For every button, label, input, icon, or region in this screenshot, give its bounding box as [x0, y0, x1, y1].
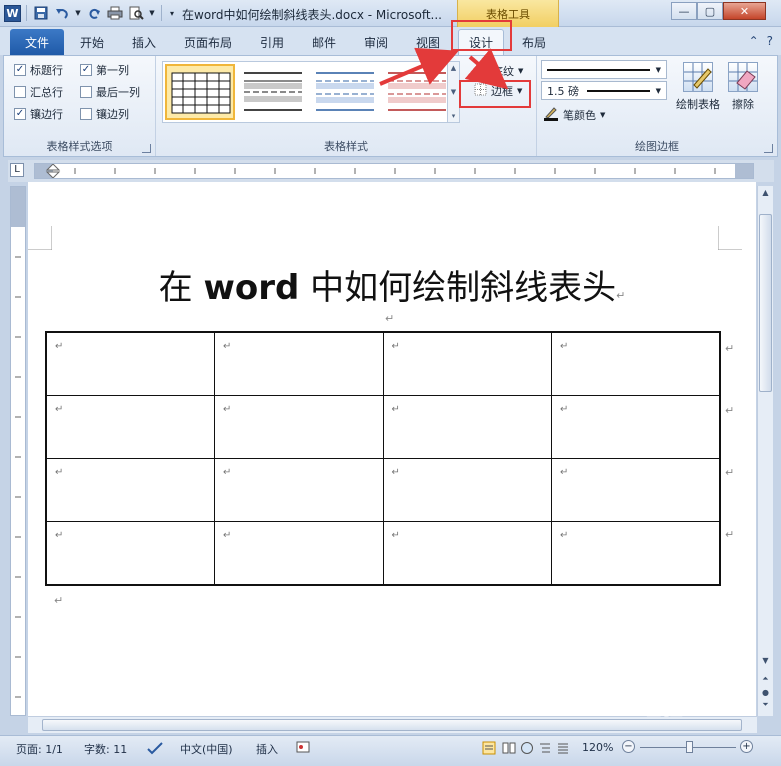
- word-count[interactable]: 字数: 11: [84, 741, 127, 757]
- tab-selector[interactable]: L: [10, 163, 24, 177]
- table-cell[interactable]: ↵: [551, 331, 721, 396]
- print-layout-view-icon[interactable]: [482, 741, 496, 758]
- table-cell[interactable]: ↵: [382, 457, 552, 523]
- ruler-ticks: [35, 163, 753, 179]
- row-end-mark: ↵: [725, 466, 735, 479]
- table-cell[interactable]: ↵: [214, 521, 384, 586]
- table-cell[interactable]: ↵: [551, 521, 721, 586]
- table-cell[interactable]: ↵: [382, 521, 552, 586]
- scroll-down-icon[interactable]: ▼: [759, 656, 772, 669]
- zoom-out-button[interactable]: −: [622, 740, 635, 753]
- web-layout-icon[interactable]: [520, 741, 534, 758]
- horizontal-ruler[interactable]: [34, 163, 754, 179]
- scroll-thumb[interactable]: [759, 214, 772, 392]
- scroll-up-icon[interactable]: ▲: [759, 188, 772, 201]
- vertical-scrollbar[interactable]: ▲ ▼ ⏶ ● ⏷: [757, 186, 773, 716]
- word-table[interactable]: ↵ ↵ ↵ ↵ ↵ ↵ ↵ ↵ ↵ ↵ ↵ ↵ ↵ ↵ ↵ ↵: [45, 331, 721, 586]
- ruler-ticks: [11, 187, 25, 698]
- table-cell[interactable]: ↵: [551, 394, 721, 460]
- insert-mode[interactable]: 插入: [256, 741, 278, 757]
- table-cell[interactable]: ↵: [551, 457, 721, 523]
- arrow-to-design-tab: [379, 47, 459, 86]
- horizontal-ruler-bar: L: [8, 160, 774, 182]
- zoom-slider-thumb[interactable]: [686, 741, 693, 753]
- previous-page-icon[interactable]: ⏶: [759, 674, 772, 687]
- row-end-mark: ↵: [725, 528, 735, 541]
- margin-corner-mark: [28, 226, 52, 250]
- table-cell[interactable]: ↵: [214, 457, 384, 523]
- paragraph-mark: ↵: [54, 594, 64, 607]
- status-bar: 页面: 1/1 字数: 11 中文(中国) 插入 120% − +: [0, 735, 781, 766]
- table-cell[interactable]: ↵: [45, 394, 215, 460]
- table-cell[interactable]: ↵: [45, 457, 215, 523]
- document-page[interactable]: 在 word 中如何绘制斜线表头↵ ↵ ↵ ↵ ↵ ↵ ↵ ↵ ↵ ↵ ↵ ↵ …: [28, 182, 756, 716]
- page-count[interactable]: 页面: 1/1: [16, 741, 63, 757]
- draft-view-icon[interactable]: [556, 741, 570, 758]
- document-heading[interactable]: 在 word 中如何绘制斜线表头↵: [28, 260, 756, 309]
- table-cell[interactable]: ↵: [45, 521, 215, 586]
- paragraph-mark: ↵: [385, 312, 395, 325]
- arrow-to-borders-button: [464, 48, 509, 90]
- vertical-ruler[interactable]: [10, 186, 26, 716]
- table-cell[interactable]: ↵: [382, 331, 552, 396]
- language-indicator[interactable]: 中文(中国): [180, 741, 233, 757]
- table-cell[interactable]: ↵: [382, 394, 552, 460]
- table-cell[interactable]: ↵: [45, 331, 215, 396]
- watermark: Bai经验: [600, 696, 684, 721]
- outline-view-icon[interactable]: [538, 741, 552, 758]
- table-cell[interactable]: ↵: [214, 331, 384, 396]
- zoom-level[interactable]: 120%: [582, 741, 613, 754]
- proofing-icon[interactable]: [146, 741, 164, 758]
- margin-corner-mark: [718, 226, 742, 250]
- row-end-mark: ↵: [725, 404, 735, 417]
- next-page-icon[interactable]: ⏷: [759, 700, 772, 713]
- row-end-mark: ↵: [725, 342, 735, 355]
- zoom-in-button[interactable]: +: [740, 740, 753, 753]
- table-cell[interactable]: ↵: [214, 394, 384, 460]
- full-screen-reading-icon[interactable]: [502, 741, 516, 758]
- macro-record-icon[interactable]: [296, 741, 310, 756]
